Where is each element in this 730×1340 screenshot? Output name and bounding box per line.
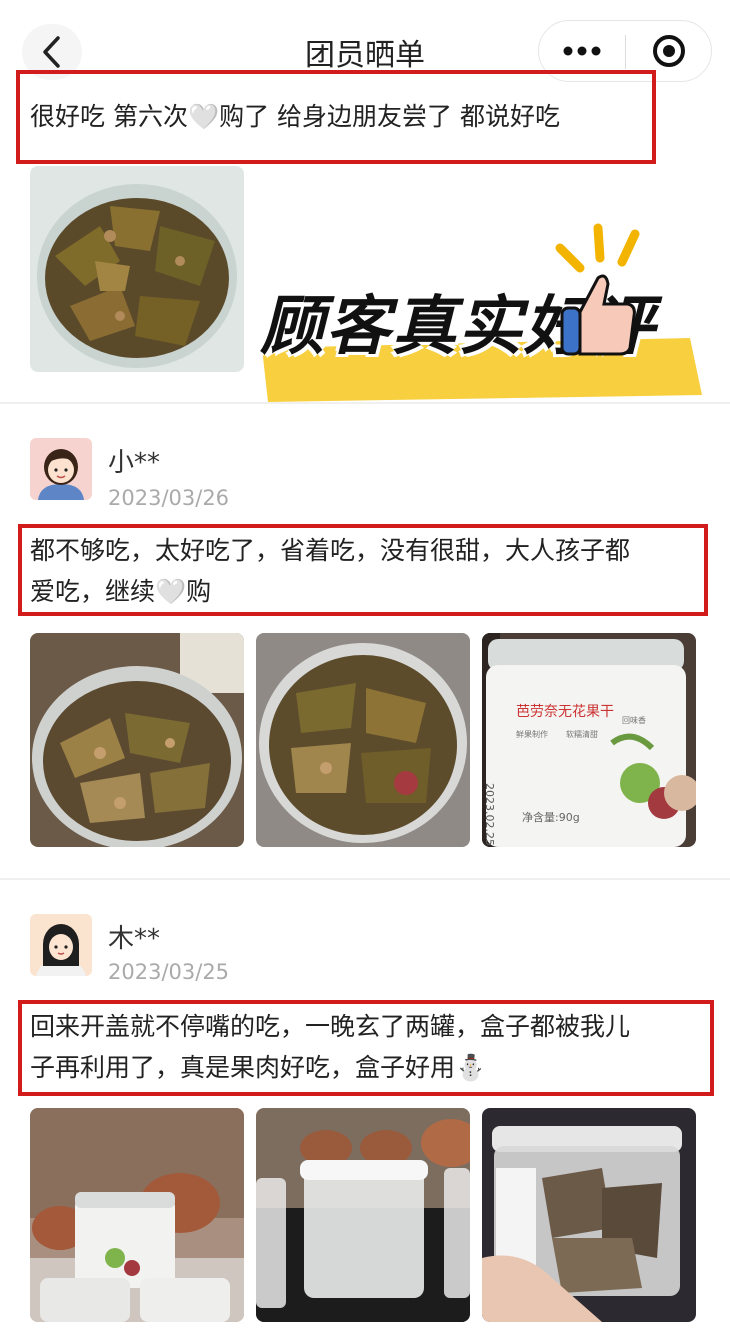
review-2-text-line-2: 爱吃，继续🤍购: [30, 577, 212, 606]
review-date: 2023/03/26: [108, 486, 230, 510]
sealed-fig-jar: [482, 633, 696, 847]
review-1-photo-1[interactable]: [30, 166, 244, 372]
username: 小**: [108, 448, 161, 478]
jar-of-dried-figs-top-view: [256, 633, 470, 847]
review-3-text-line-1: 回来开盖就不停嘴的吃，一晚玄了两罐，盒子都被我儿: [30, 1012, 631, 1041]
avatar-girl-long-hair-icon: [30, 914, 92, 976]
review-2-photo-3[interactable]: 芭劳奈无花果干 鲜果制作 软糯清甜 回味香 2023.02.25 净含量:90g: [482, 633, 696, 847]
jar-label-tag-1: 鲜果制作: [516, 730, 548, 739]
jar-label-net: 净含量:90g: [522, 811, 580, 824]
review-3-photo-1[interactable]: [30, 1108, 244, 1322]
thumbs-up-icon: [560, 274, 636, 356]
avatar-girl-icon: [30, 438, 92, 500]
jar-label-date: 2023.02.25: [483, 783, 496, 846]
hand-holding-jar: [482, 1108, 696, 1322]
review-2-text-line-1: 都不够吃，太好吃了，省着吃，没有很甜，大人孩子都: [30, 536, 631, 565]
jar-label-tag-2: 软糯清甜: [566, 730, 598, 739]
avatar: [30, 914, 92, 976]
jar-label-brand: 芭劳奈无花果干: [516, 704, 614, 720]
review-2-photo-2[interactable]: [256, 633, 470, 847]
section-divider: [0, 402, 730, 404]
review-3-photo-3[interactable]: [482, 1108, 696, 1322]
jars-on-table-with-teapots: [30, 1108, 244, 1322]
section-divider: [0, 878, 730, 880]
dried-fig-slices-in-jar: [30, 166, 244, 372]
review-1-text: 很好吃 第六次🤍购了 给身边朋友尝了 都说好吃: [30, 102, 560, 131]
review-3-photo-2[interactable]: [256, 1108, 470, 1322]
avatar: [30, 438, 92, 500]
target-close-icon: [653, 35, 685, 67]
review-2-photo-1[interactable]: [30, 633, 244, 847]
empty-jar-reused: [256, 1108, 470, 1322]
open-jar-of-dried-figs: [30, 633, 244, 847]
review-3-text-line-2: 子再利用了，真是果肉好吃，盒子好用⛄: [30, 1053, 487, 1082]
sparkle-lines-icon: [555, 223, 640, 273]
more-dots-icon: [563, 46, 601, 56]
jar-label-tag-3: 回味香: [622, 716, 646, 725]
review-date: 2023/03/25: [108, 960, 230, 984]
username: 木**: [108, 924, 161, 954]
customer-review-banner: 顾客真实好评: [250, 220, 720, 410]
